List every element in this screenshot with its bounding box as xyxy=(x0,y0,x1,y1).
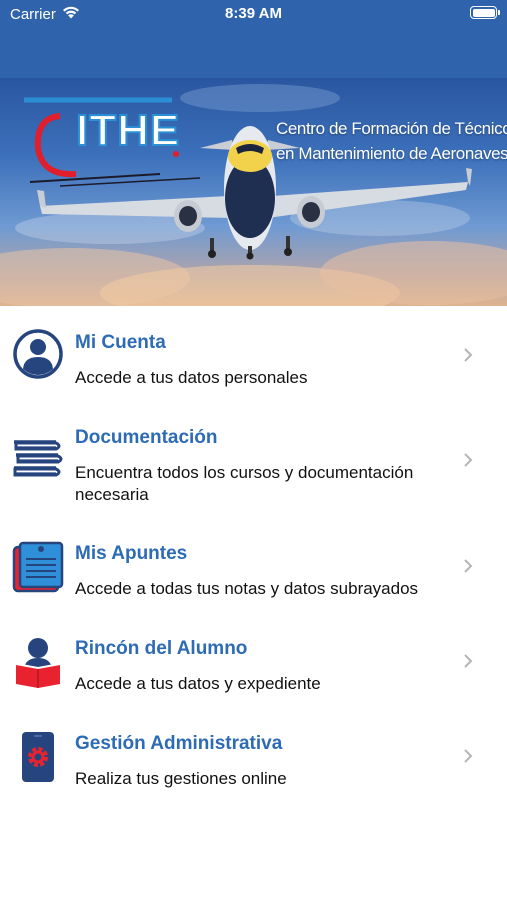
menu-item-rincon-del-alumno[interactable]: Rincón del Alumno Accede a tus datos y e… xyxy=(0,612,507,707)
tagline-line-1: Centro de Formación de Técnicos xyxy=(276,119,507,138)
notepad-icon xyxy=(12,541,64,593)
student-icon xyxy=(15,638,61,688)
banner-tagline: Centro de Formación de Técnicos en Mante… xyxy=(276,116,507,166)
chevron-right-icon xyxy=(464,348,473,362)
chevron-right-icon xyxy=(464,559,473,573)
menu-item-description: Realiza tus gestiones online xyxy=(75,769,287,788)
menu-item-description: Accede a todas tus notas y datos subraya… xyxy=(75,579,419,598)
clock: 8:39 AM xyxy=(225,5,282,22)
battery-icon xyxy=(470,6,500,19)
menu-item-description: Accede a tus datos personales xyxy=(75,368,308,387)
menu-item-description: Accede a tus datos y expediente xyxy=(75,674,321,693)
status-bar: Carrier 8:39 AM xyxy=(0,0,507,78)
settings-phone-icon xyxy=(22,732,54,782)
menu-item-title: Mis Apuntes xyxy=(75,543,188,564)
header-banner: ITHE Centro de Formación de Técnicos en … xyxy=(0,78,507,306)
menu-item-title: Gestión Administrativa xyxy=(75,733,283,754)
chevron-right-icon xyxy=(464,453,473,467)
chevron-right-icon xyxy=(464,654,473,668)
menu-item-description: Encuentra todos los cursos y documentaci… xyxy=(75,463,414,504)
books-icon xyxy=(13,440,63,477)
menu-item-gestion-administrativa[interactable]: Gestión Administrativa Realiza tus gesti… xyxy=(0,707,507,802)
user-icon xyxy=(13,329,63,379)
menu-item-mis-apuntes[interactable]: Mis Apuntes Accede a todas tus notas y d… xyxy=(0,517,507,612)
menu-item-title: Rincón del Alumno xyxy=(75,638,248,659)
menu-item-title: Documentación xyxy=(75,427,218,448)
menu-item-title: Mi Cuenta xyxy=(75,332,166,353)
chevron-right-icon xyxy=(464,749,473,763)
tagline-line-2: en Mantenimiento de Aeronaves xyxy=(276,144,507,163)
logo: ITHE xyxy=(75,106,181,155)
menu-item-documentacion[interactable]: Documentación Encuentra todos los cursos… xyxy=(0,401,507,517)
menu-item-mi-cuenta[interactable]: Mi Cuenta Accede a tus datos personales xyxy=(0,306,507,401)
